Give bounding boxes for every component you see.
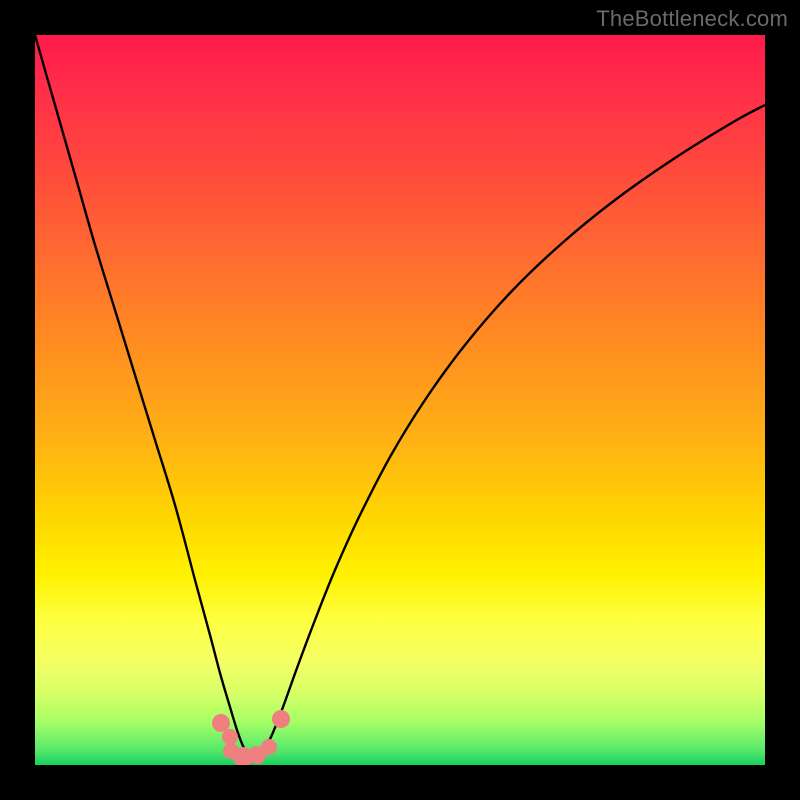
chart-svg: [35, 35, 765, 765]
chart-markers: [212, 710, 290, 765]
chart-frame: TheBottleneck.com: [0, 0, 800, 800]
marker-1: [212, 714, 230, 732]
chart-plot-area: [35, 35, 765, 765]
marker-8: [280, 714, 290, 724]
marker-6: [261, 739, 277, 755]
chart-curve: [35, 35, 765, 759]
watermark-text: TheBottleneck.com: [596, 6, 788, 32]
marker-2: [222, 729, 238, 745]
